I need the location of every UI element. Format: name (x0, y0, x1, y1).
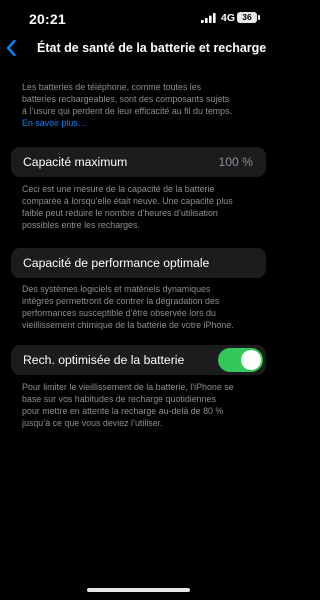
performance-footer: Des systèmes logiciels et matériels dyna… (22, 283, 262, 331)
footer-line: performances susceptible d’être observée… (22, 308, 216, 318)
footer-line: comparée à lorsqu’elle était neuve. Une … (22, 196, 233, 206)
intro-line: batteries rechargeables, sont des compos… (22, 94, 230, 104)
intro-line: Les batteries de téléphone, comme toutes… (22, 82, 202, 92)
page-title: État de santé de la batterie et recharge (37, 41, 267, 55)
footer-line: intégrés permettront de contrer la dégra… (22, 296, 220, 306)
max-capacity-label: Capacité maximum (23, 155, 128, 169)
footer-line: pour mettre en attente la recharge au-de… (22, 406, 224, 416)
network-type: 4G (221, 12, 236, 24)
optimized-footer: Pour limiter le vieillissement de la bat… (22, 381, 262, 429)
chevron-left-icon[interactable] (5, 39, 17, 57)
footer-line: Des systèmes logiciels et matériels dyna… (22, 284, 211, 294)
optimized-charging-toggle[interactable] (218, 348, 263, 372)
peak-performance-cell: Capacité de performance optimale (11, 248, 266, 278)
status-bar: 20:21 4G 36 (0, 0, 277, 36)
battery-cap (258, 15, 260, 20)
footer-line: jusqu’à ce que vous deviez l’utiliser. (22, 418, 163, 428)
intro-line: à l’usure qui perdent de leur efficacité… (22, 106, 233, 116)
battery-icon: 36 (237, 12, 257, 23)
cellular-signal-icon (201, 13, 216, 23)
intro-text: Les batteries de téléphone, comme toutes… (22, 81, 262, 129)
optimized-charging-label: Rech. optimisée de la batterie (23, 353, 185, 367)
max-capacity-cell: Capacité maximum 100 % (11, 147, 266, 177)
footer-line: possibles entre les recharges. (22, 220, 140, 230)
optimized-charging-cell: Rech. optimisée de la batterie (11, 345, 266, 375)
footer-line: Ceci est une mesure de la capacité de la… (22, 184, 215, 194)
footer-line: Pour limiter le vieillissement de la bat… (22, 382, 234, 392)
peak-performance-label: Capacité de performance optimale (23, 256, 210, 270)
footer-line: base sur vos habitudes de recharge quoti… (22, 394, 216, 404)
toggle-knob (241, 350, 261, 370)
footer-line: vieillissement chimique de la batterie d… (22, 320, 234, 330)
capacity-footer: Ceci est une mesure de la capacité de la… (22, 183, 262, 231)
footer-line: faible peut réduire le nombre d’heures d… (22, 208, 218, 218)
max-capacity-value: 100 % (218, 155, 253, 169)
navigation-bar: État de santé de la batterie et recharge (0, 36, 277, 64)
home-indicator[interactable] (87, 588, 190, 592)
learn-more-link[interactable]: En savoir plus… (22, 117, 262, 129)
status-time: 20:21 (29, 11, 66, 27)
